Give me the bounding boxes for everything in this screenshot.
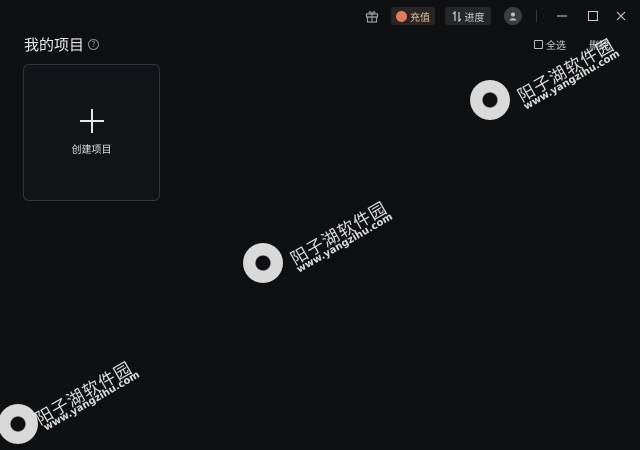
watermark-brand: 阳子湖软件园 [287, 198, 392, 270]
close-button[interactable] [614, 8, 628, 22]
delete-button[interactable]: 删除 [589, 37, 609, 52]
title-bar: 充值 进度 [0, 0, 640, 32]
page-title-text: 我的项目 [24, 36, 85, 54]
title-separator [536, 10, 537, 22]
help-icon[interactable]: ? [88, 39, 100, 50]
watermark-url: www.yangzihu.com [42, 369, 142, 434]
user-icon [509, 12, 517, 21]
maximize-icon [588, 11, 598, 21]
minimize-button[interactable] [555, 8, 569, 22]
close-icon [616, 11, 626, 21]
recharge-button[interactable]: 充值 [391, 7, 435, 25]
watermark-logo-icon [470, 80, 510, 120]
watermark-logo-icon [0, 404, 38, 444]
sort-icon [452, 10, 461, 22]
user-avatar[interactable] [504, 7, 522, 25]
create-project-card[interactable]: 创建项目 [23, 64, 160, 201]
delete-label: 删除 [589, 41, 609, 52]
progress-button[interactable]: 进度 [445, 7, 491, 25]
select-all-checkbox[interactable]: 全选 [534, 37, 566, 52]
gift-button[interactable] [364, 7, 380, 25]
page-title: 我的项目 ? [24, 34, 100, 55]
progress-label: 进度 [464, 12, 485, 24]
cloud-icon [396, 10, 407, 22]
recharge-label: 充值 [410, 12, 430, 24]
checkbox-box[interactable] [534, 40, 543, 49]
select-all-label: 全选 [546, 41, 566, 52]
watermark-url: www.yangzihu.com [295, 211, 395, 276]
plus-icon [79, 109, 104, 133]
minimize-icon [557, 15, 567, 17]
watermark-url: www.yangzihu.com [522, 48, 622, 113]
watermark-brand: 阳子湖软件园 [32, 358, 137, 430]
gift-icon [365, 11, 379, 23]
watermark-logo-icon [243, 243, 283, 283]
create-project-label: 创建项目 [71, 145, 112, 156]
maximize-button[interactable] [586, 8, 600, 22]
